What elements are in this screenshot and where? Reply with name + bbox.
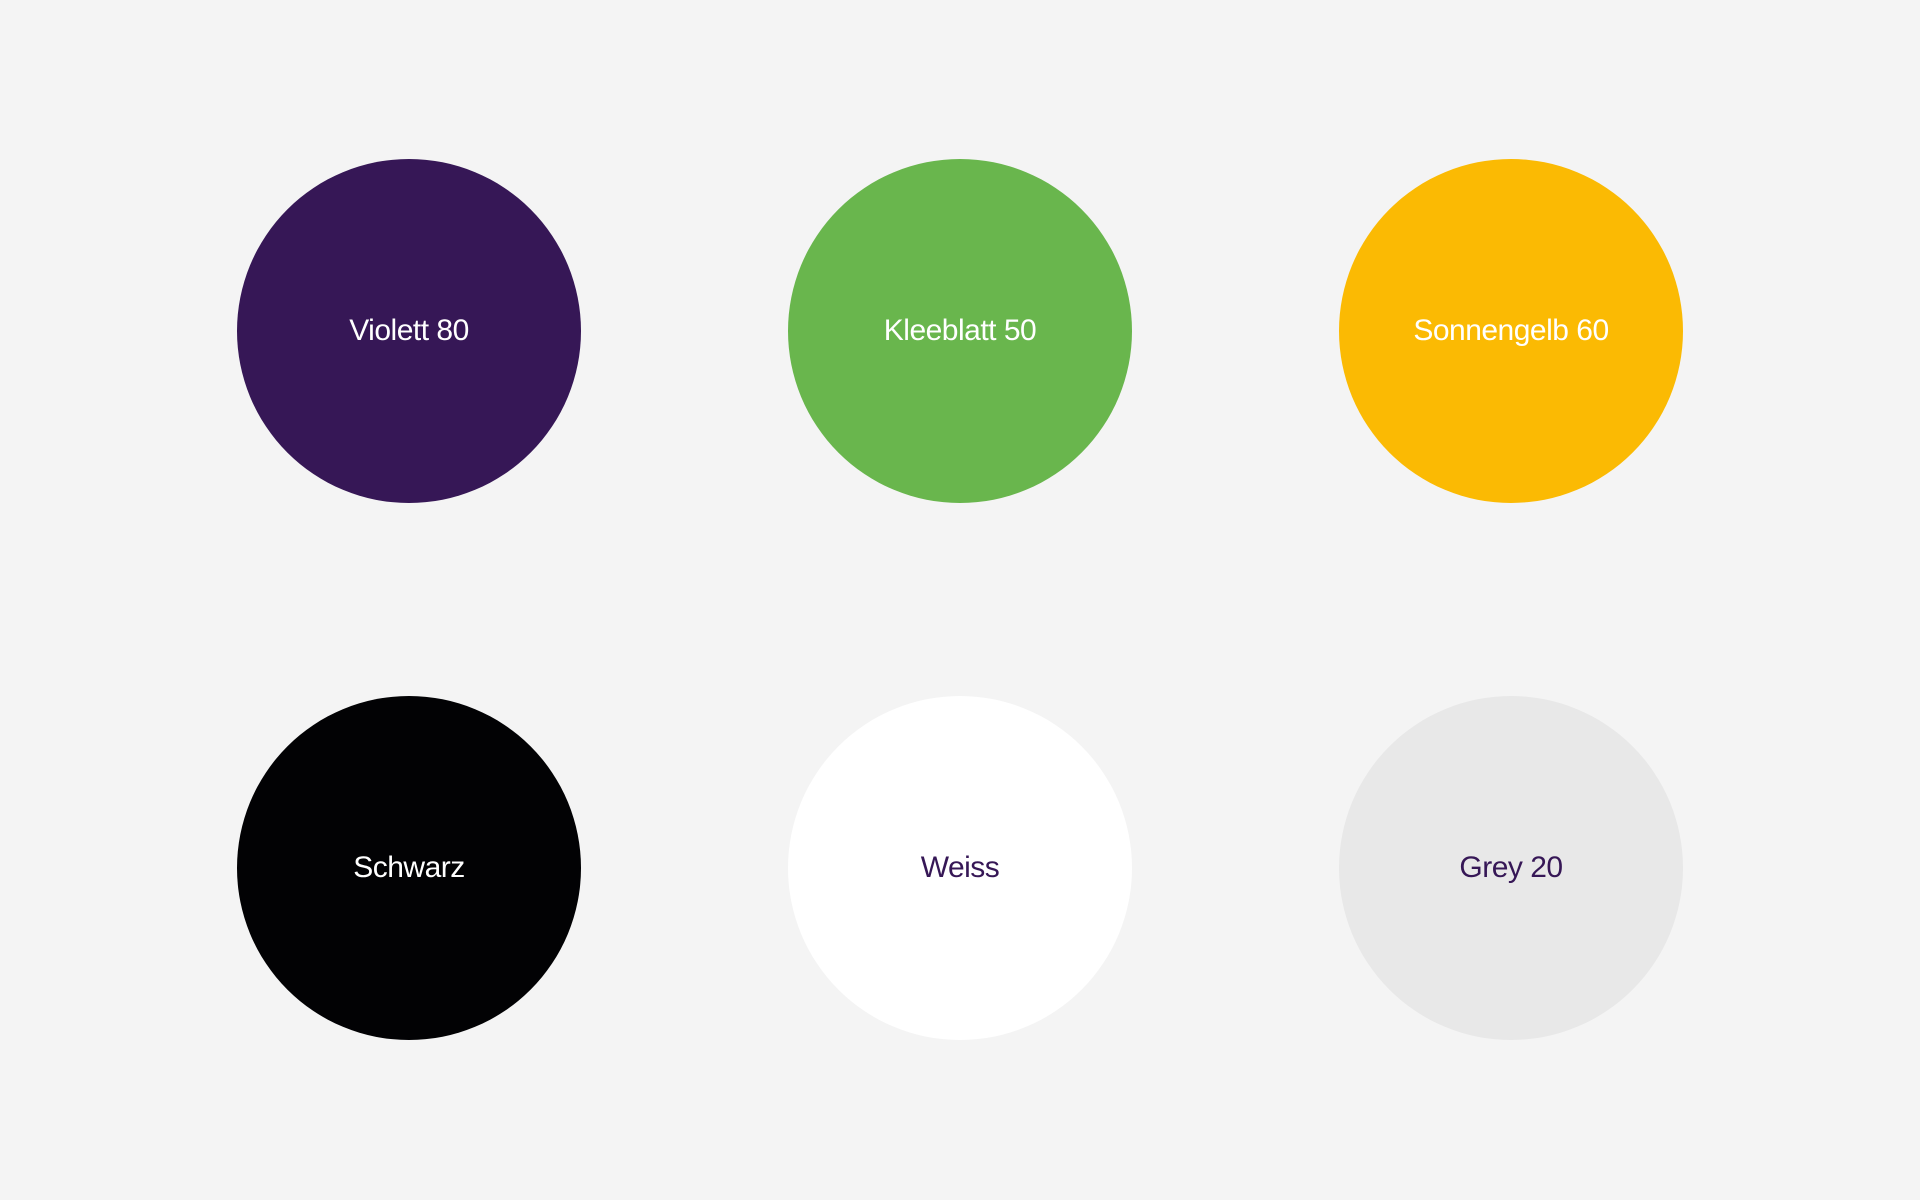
- swatch-label: Sonnengelb 60: [1413, 314, 1609, 347]
- swatch-kleeblatt-50: Kleeblatt 50: [788, 159, 1132, 503]
- swatch-label: Kleeblatt 50: [883, 314, 1037, 347]
- color-palette: Violett 80 Kleeblatt 50 Sonnengelb 60 Sc…: [0, 0, 1920, 1200]
- swatch-label: Violett 80: [349, 314, 469, 347]
- swatch-sonnengelb-60: Sonnengelb 60: [1339, 159, 1683, 503]
- swatch-grey-20: Grey 20: [1339, 696, 1683, 1040]
- swatch-label: Grey 20: [1459, 851, 1563, 884]
- swatch-violett-80: Violett 80: [237, 159, 581, 503]
- swatch-weiss: Weiss: [788, 696, 1132, 1040]
- swatch-schwarz: Schwarz: [237, 696, 581, 1040]
- swatch-label: Weiss: [920, 851, 1000, 884]
- swatch-label: Schwarz: [353, 851, 465, 884]
